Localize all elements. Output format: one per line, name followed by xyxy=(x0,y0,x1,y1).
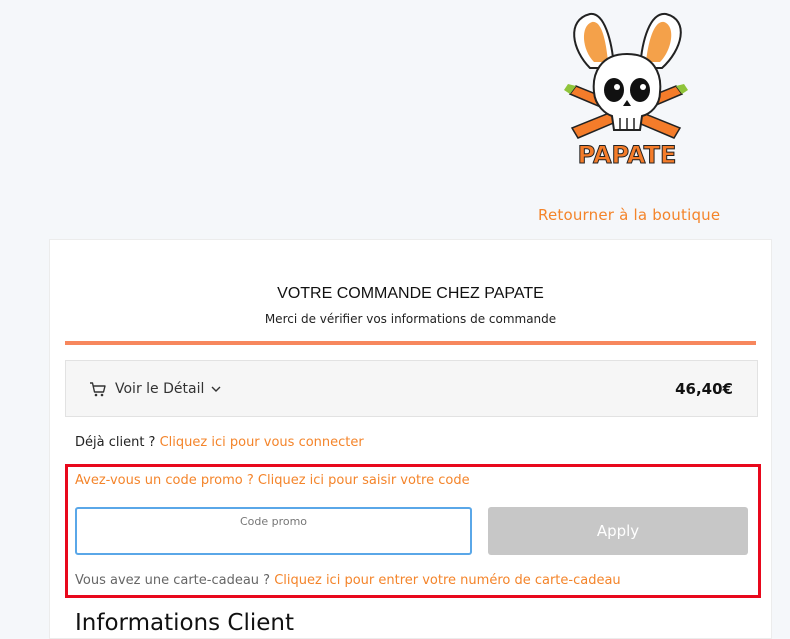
divider xyxy=(65,341,756,345)
login-prefix: Déjà client ? xyxy=(75,435,156,450)
promo-code-input[interactable]: Code promo xyxy=(75,507,472,555)
gift-card-link[interactable]: Cliquez ici pour entrer votre numéro de … xyxy=(274,573,620,588)
login-prompt: Déjà client ? Cliquez ici pour vous conn… xyxy=(75,435,364,450)
back-to-shop-link[interactable]: Retourner à la boutique xyxy=(538,206,720,224)
gift-card-prompt: Vous avez une carte-cadeau ? Cliquez ici… xyxy=(75,573,621,588)
order-total: 46,40€ xyxy=(675,379,733,398)
order-summary-bar[interactable]: Voir le Détail 46,40€ xyxy=(65,360,758,417)
bunny-skull-logo-icon: PAPATE xyxy=(564,12,688,170)
page-subtitle: Merci de vérifier vos informations de co… xyxy=(264,312,557,326)
papate-logo[interactable]: PAPATE xyxy=(562,10,692,170)
apply-button[interactable]: Apply xyxy=(488,507,748,555)
chevron-down-icon[interactable] xyxy=(210,383,222,395)
login-link[interactable]: Cliquez ici pour vous connecter xyxy=(160,435,364,450)
cart-icon xyxy=(90,381,106,396)
brand-text: PAPATE xyxy=(578,141,677,169)
page-title: VOTRE COMMANDE CHEZ PAPATE xyxy=(277,285,544,302)
view-detail-toggle[interactable]: Voir le Détail xyxy=(115,381,204,397)
checkout-card: VOTRE COMMANDE CHEZ PAPATE Merci de véri… xyxy=(49,239,772,639)
gift-card-prefix: Vous avez une carte-cadeau ? xyxy=(75,573,271,588)
promo-toggle-link[interactable]: Avez-vous un code promo ? Cliquez ici po… xyxy=(75,473,470,488)
promo-input-label: Code promo xyxy=(239,515,308,528)
promo-section: Avez-vous un code promo ? Cliquez ici po… xyxy=(65,464,761,598)
client-info-heading: Informations Client xyxy=(75,610,295,636)
